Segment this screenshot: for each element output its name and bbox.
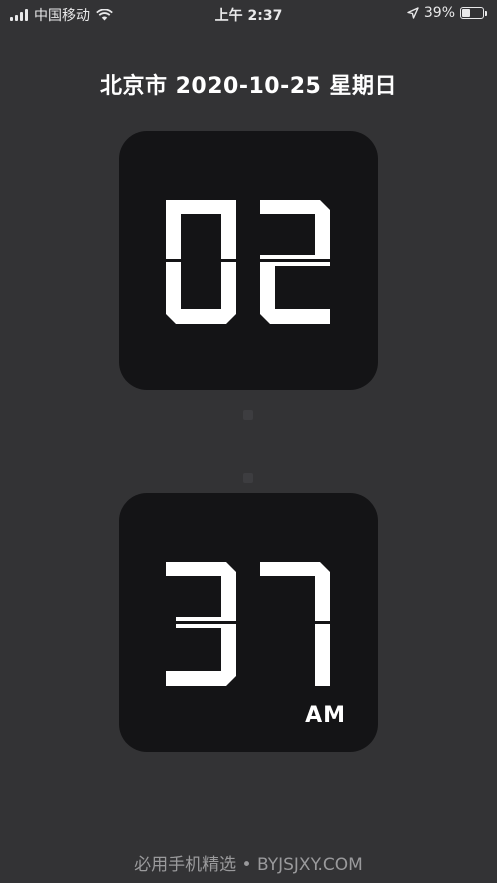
battery-percent: 39% xyxy=(423,5,455,21)
digit-2-glyph xyxy=(260,200,330,324)
watermark-footer: 必用手机精选 • BYJSJXY.COM xyxy=(134,855,363,875)
hours-card: 02 xyxy=(119,131,378,390)
location-icon xyxy=(407,7,419,19)
digit-3-glyph xyxy=(166,562,236,686)
digit-7-glyph xyxy=(260,562,330,686)
status-bar: 中国移动 上午 2:37 39% xyxy=(0,0,497,28)
battery-icon xyxy=(460,7,487,19)
separator-dot-top xyxy=(243,410,253,420)
minutes-card: 37 AM xyxy=(119,493,378,752)
status-right: 39% xyxy=(407,5,487,21)
flip-split-line xyxy=(163,621,334,624)
flip-split-line xyxy=(163,259,334,262)
date-location-label: 北京市 2020-10-25 星期日 xyxy=(99,74,398,99)
am-pm-label: AM xyxy=(305,703,346,728)
clock-screen: 中国移动 上午 2:37 39% 北京市 2020-10-25 星期日 AM 必… xyxy=(0,0,497,883)
digit-0-glyph xyxy=(166,200,236,324)
separator-dot-bottom xyxy=(243,473,253,483)
